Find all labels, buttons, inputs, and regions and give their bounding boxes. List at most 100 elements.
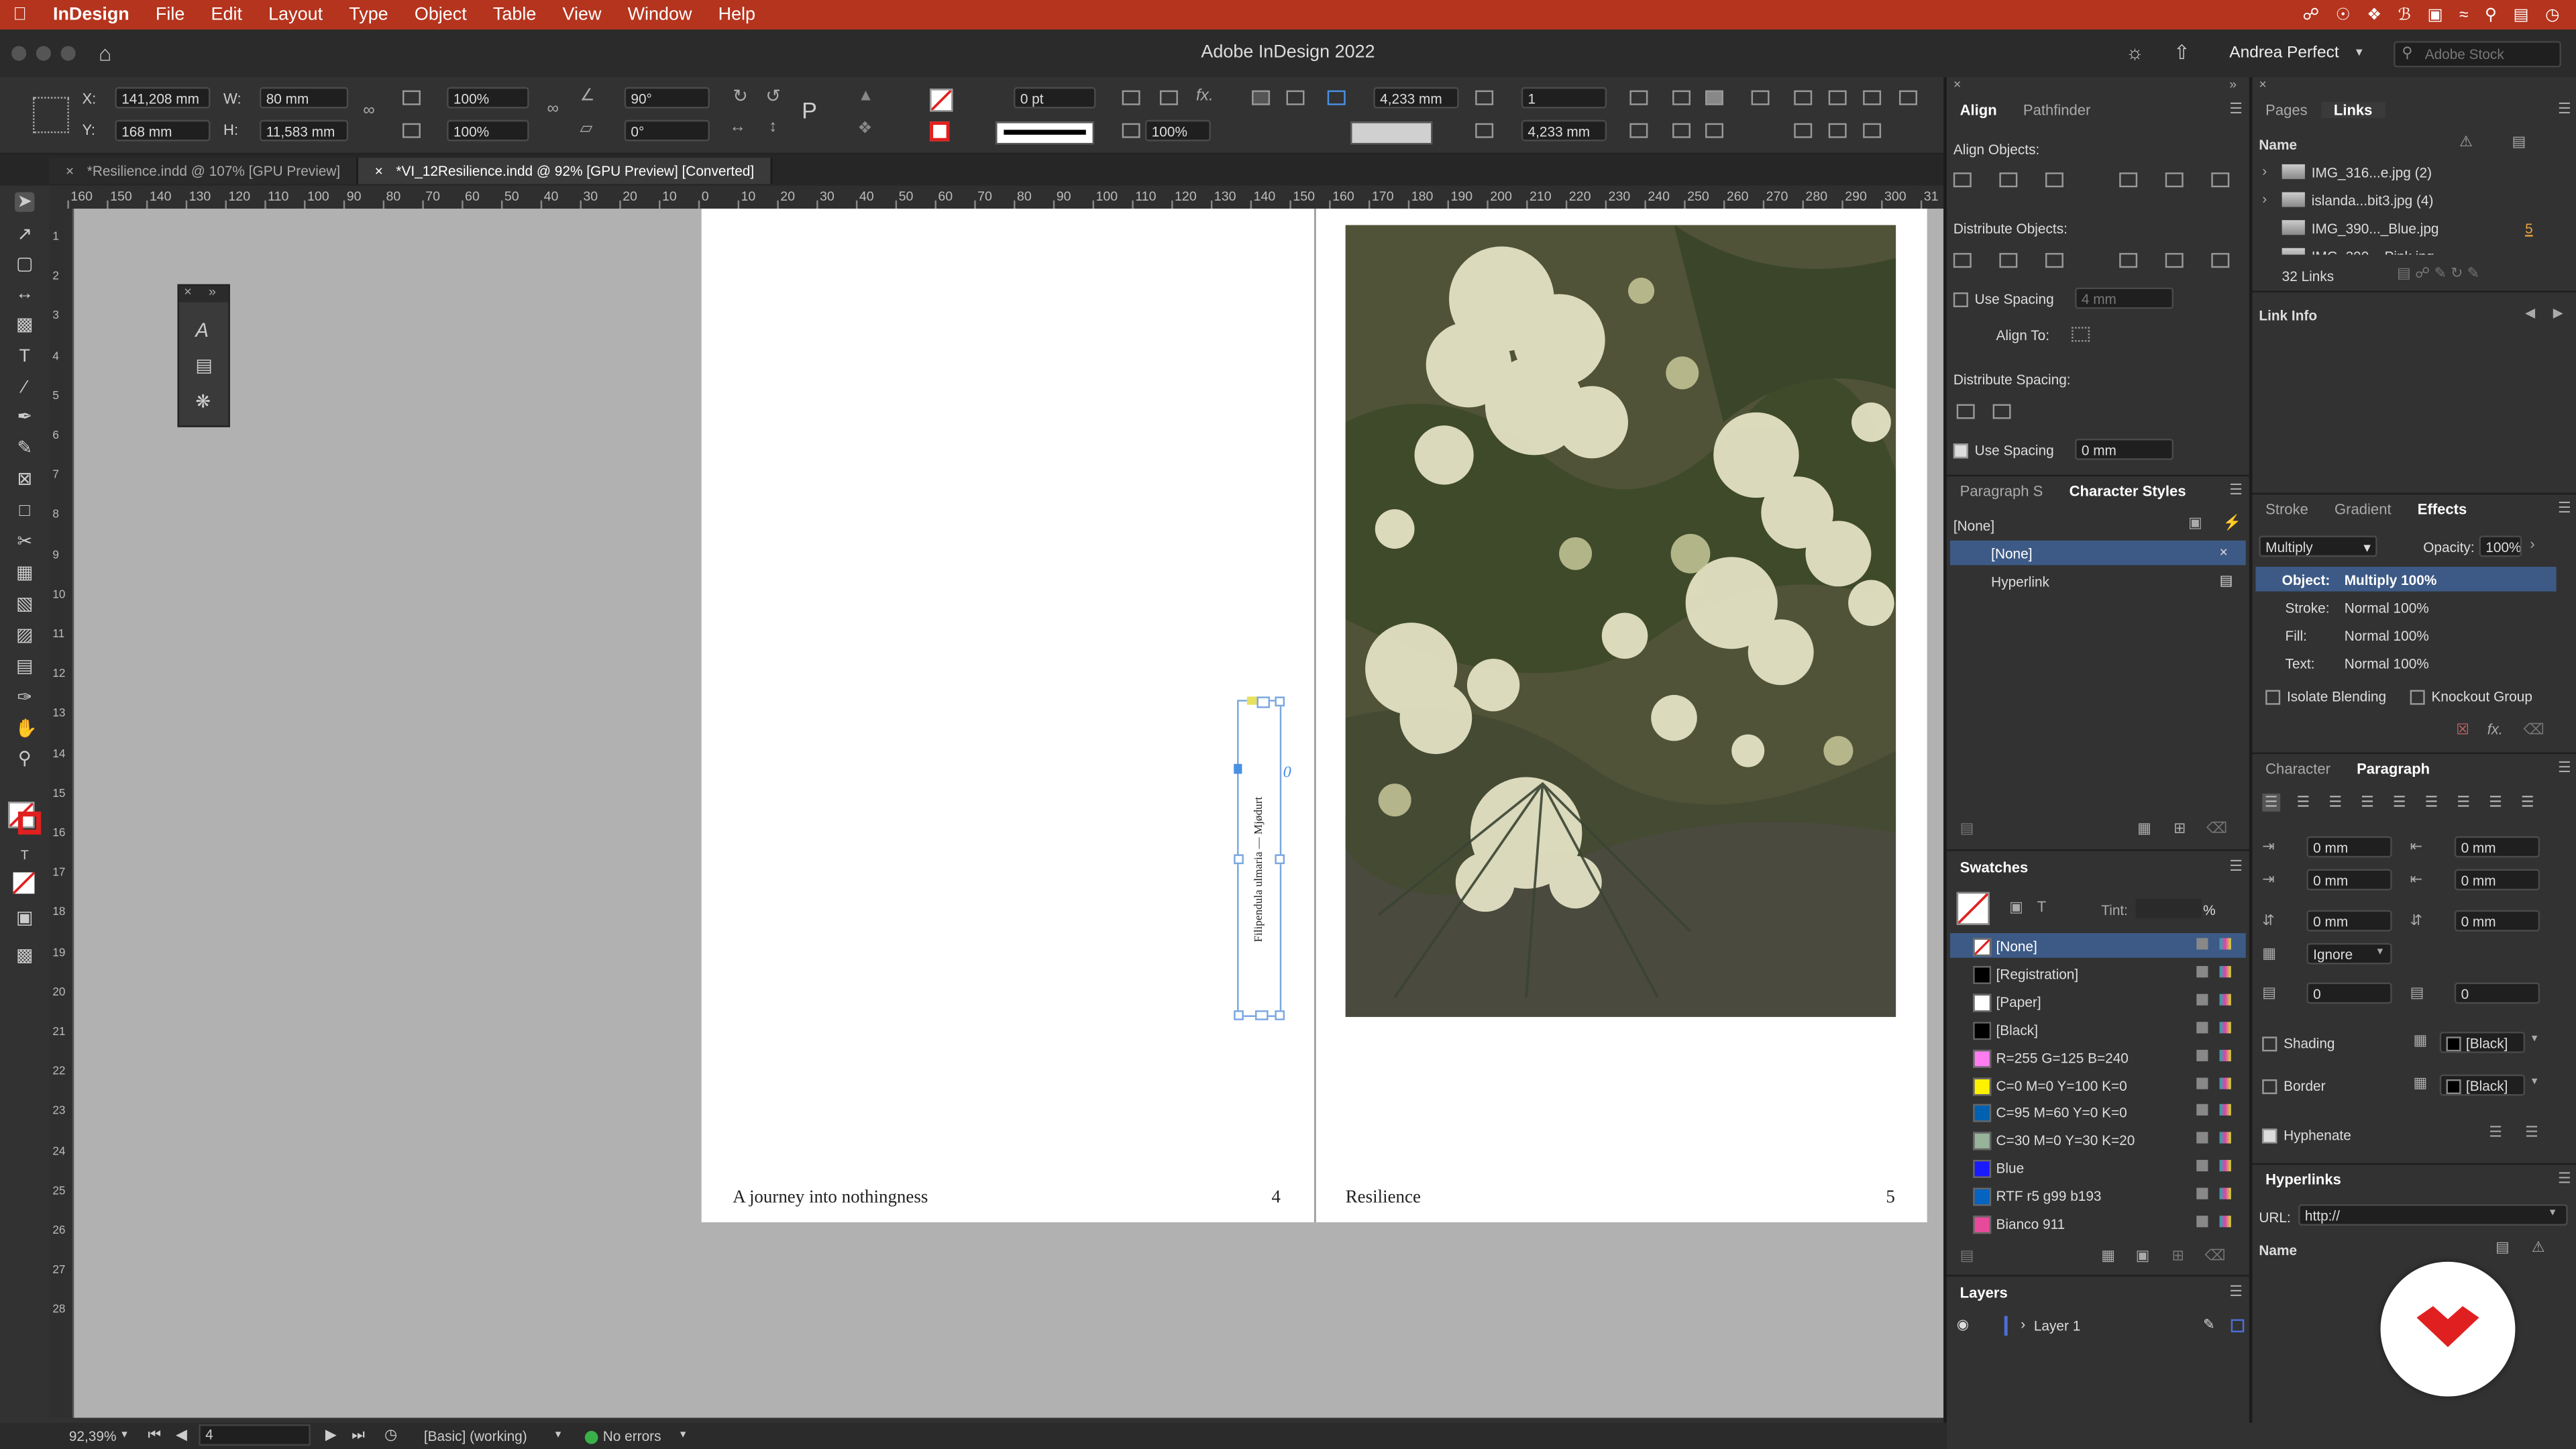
placed-image-meadowsweet[interactable] xyxy=(1345,225,1896,1017)
panel-menu-icon[interactable]: ☰ xyxy=(2229,482,2243,500)
frame-fitting-icon[interactable] xyxy=(1159,90,1178,105)
page-column-icon[interactable]: ▤ xyxy=(2512,133,2526,151)
next-page-icon[interactable]: ▶ xyxy=(325,1426,337,1444)
page-left[interactable] xyxy=(701,209,1315,1223)
menu-type[interactable]: Type xyxy=(336,5,402,24)
glyphs-icon[interactable]: A xyxy=(195,319,209,341)
shading-checkbox[interactable]: Shading xyxy=(2262,1035,2334,1052)
tab-stroke[interactable]: Stroke xyxy=(2253,501,2322,517)
knockout-group-checkbox[interactable]: Knockout Group xyxy=(2410,688,2532,706)
menu-table[interactable]: Table xyxy=(480,5,549,24)
tab-paragraph[interactable]: Paragraph xyxy=(2344,761,2443,777)
fitting-field-a[interactable]: 4,233 mm xyxy=(1373,87,1459,109)
distribute-objects-button-4-icon[interactable] xyxy=(2119,253,2138,268)
zoom-tool-icon[interactable]: ⚲ xyxy=(15,749,34,769)
url-field[interactable]: http:// xyxy=(2298,1204,2568,1226)
app-icon[interactable]: ▣ xyxy=(2427,6,2443,24)
distribute-vertical-space-icon[interactable] xyxy=(1956,404,1975,419)
menu-edit[interactable]: Edit xyxy=(198,5,256,24)
quick-apply-icon[interactable]: ⚡ xyxy=(2222,515,2241,533)
columns-field[interactable]: 1 xyxy=(1521,87,1607,109)
style-row-hyperlink[interactable]: Hyperlink ▤ xyxy=(1950,568,2246,593)
search-icon[interactable]: ⚲ xyxy=(2485,6,2497,24)
previous-link-icon[interactable]: ◀ xyxy=(2525,306,2535,321)
control-center-icon[interactable]: ▤ xyxy=(2513,6,2528,24)
type-tool-icon[interactable]: T xyxy=(15,347,34,366)
fill-stroke-swatch[interactable] xyxy=(1956,892,1990,925)
effects-mini-icon[interactable]: ❋ xyxy=(195,391,211,412)
stroke-style-swatch[interactable] xyxy=(1350,121,1433,145)
preflight-profile[interactable]: [Basic] (working) xyxy=(424,1428,527,1444)
close-icon[interactable]: × xyxy=(66,162,74,178)
link-row[interactable]: › islanda...bit3.jpg (4) xyxy=(2262,187,2565,212)
chevron-down-icon[interactable]: ▾ xyxy=(2356,44,2363,59)
panel-menu-icon[interactable]: ☰ xyxy=(2229,1283,2243,1301)
distribute-objects-button-1-icon[interactable] xyxy=(1953,253,1972,268)
align-right-edges-icon[interactable] xyxy=(1863,90,1882,105)
scissors-tool-icon[interactable]: ✂ xyxy=(15,532,34,551)
swatch-row[interactable]: RTF r5 g99 b193 xyxy=(1950,1183,2246,1208)
chevron-down-icon[interactable]: ▾ xyxy=(121,1428,127,1441)
menu-help[interactable]: Help xyxy=(705,5,769,24)
link-info-label[interactable]: Link Info xyxy=(2259,307,2317,323)
tab-effects[interactable]: Effects xyxy=(2404,501,2480,517)
drop-cap-chars-field[interactable]: 0 xyxy=(2454,982,2540,1004)
align-objects-button-5-icon[interactable] xyxy=(2165,172,2184,188)
left-indent-field[interactable]: 0 mm xyxy=(2306,836,2392,858)
align-left-edges-icon[interactable] xyxy=(1794,90,1813,105)
selection-tool-icon[interactable]: ➤ xyxy=(15,192,35,212)
swatch-row[interactable]: Blue xyxy=(1950,1155,2246,1180)
right-indent-field[interactable]: 0 mm xyxy=(2454,836,2540,858)
delete-icon[interactable]: ⌫ xyxy=(2205,1247,2226,1265)
eyedropper-tool-icon[interactable]: ✑ xyxy=(15,688,34,708)
border-settings-icon[interactable]: ▦ xyxy=(2414,1075,2428,1093)
in-port[interactable] xyxy=(1234,763,1242,774)
tab-character[interactable]: Character xyxy=(2253,761,2344,777)
menu-object[interactable]: Object xyxy=(401,5,480,24)
selected-text-frame[interactable]: Filipendula ulmaria — Mjødurt xyxy=(1234,696,1285,1020)
align-frame-center-icon[interactable] xyxy=(1286,90,1305,105)
panel-menu-icon[interactable]: ☰ xyxy=(2558,100,2571,118)
use-spacing-checkbox-2[interactable]: Use Spacing xyxy=(1953,442,2054,459)
text-frame-options-icon[interactable] xyxy=(1122,90,1140,105)
direct-selection-tool-icon[interactable]: ↗ xyxy=(15,225,34,245)
wifi-icon[interactable]: ≈ xyxy=(2459,6,2468,24)
distribute-objects-button-2-icon[interactable] xyxy=(1999,253,2018,268)
preflight-errors[interactable]: No errors xyxy=(603,1428,661,1444)
bluetooth-icon[interactable]: ℬ xyxy=(2398,6,2411,24)
tab-paragraph-styles[interactable]: Paragraph S xyxy=(1947,483,2056,499)
tab-pages[interactable]: Pages xyxy=(2253,102,2321,118)
tab-align[interactable]: Align xyxy=(1947,102,2010,118)
reference-point-icon[interactable] xyxy=(32,97,69,133)
shading-color-select[interactable]: [Black] xyxy=(2439,1031,2526,1053)
expand-chevron-icon[interactable]: › xyxy=(2262,191,2267,207)
rectangle-tool-icon[interactable]: □ xyxy=(15,501,34,521)
show-swatches-icon[interactable]: ▤ xyxy=(1960,1247,1974,1265)
blend-mode-select[interactable]: Multiply ▾ xyxy=(2259,535,2377,557)
chevron-right-icon[interactable]: › xyxy=(2530,535,2534,551)
paragraph-align-button-3-icon[interactable]: ☰ xyxy=(2326,794,2345,812)
menu-file[interactable]: File xyxy=(142,5,198,24)
stroke-weight-field[interactable]: 0 pt xyxy=(1014,87,1096,109)
clear-overrides-icon[interactable]: ▤ xyxy=(1960,820,1974,838)
use-spacing-checkbox-1[interactable]: Use Spacing xyxy=(1953,290,2054,308)
rectangle-frame-tool-icon[interactable]: ⊠ xyxy=(15,470,34,489)
clock-icon[interactable]: ◷ xyxy=(2545,6,2559,24)
tab-gradient[interactable]: Gradient xyxy=(2321,501,2404,517)
align-top-edges-icon[interactable] xyxy=(1794,123,1813,138)
close-icon[interactable]: × xyxy=(1953,77,1961,92)
align-to-selection-icon[interactable] xyxy=(2072,327,2090,342)
distribute-objects-button-3-icon[interactable] xyxy=(2045,253,2063,268)
rotate-cw-icon[interactable]: ↻ xyxy=(733,85,748,107)
align-center-v-icon[interactable] xyxy=(1672,123,1691,138)
align-objects-button-3-icon[interactable] xyxy=(2045,172,2063,188)
gap-tool-icon[interactable]: ↔ xyxy=(15,284,34,304)
free-transform-tool-icon[interactable]: ▦ xyxy=(15,564,34,583)
scale-x-field[interactable]: 100% xyxy=(447,87,529,109)
distribute-objects-button-6-icon[interactable] xyxy=(2211,253,2230,268)
page-number-field[interactable]: 4 xyxy=(199,1424,311,1446)
align-v-centers-icon[interactable] xyxy=(1828,123,1847,138)
fx-add-icon[interactable]: fx. xyxy=(2487,721,2503,737)
distribute-horizontal-space-icon[interactable] xyxy=(1992,404,2011,419)
effects-target-row[interactable]: Stroke: Normal 100% xyxy=(2255,595,2556,620)
